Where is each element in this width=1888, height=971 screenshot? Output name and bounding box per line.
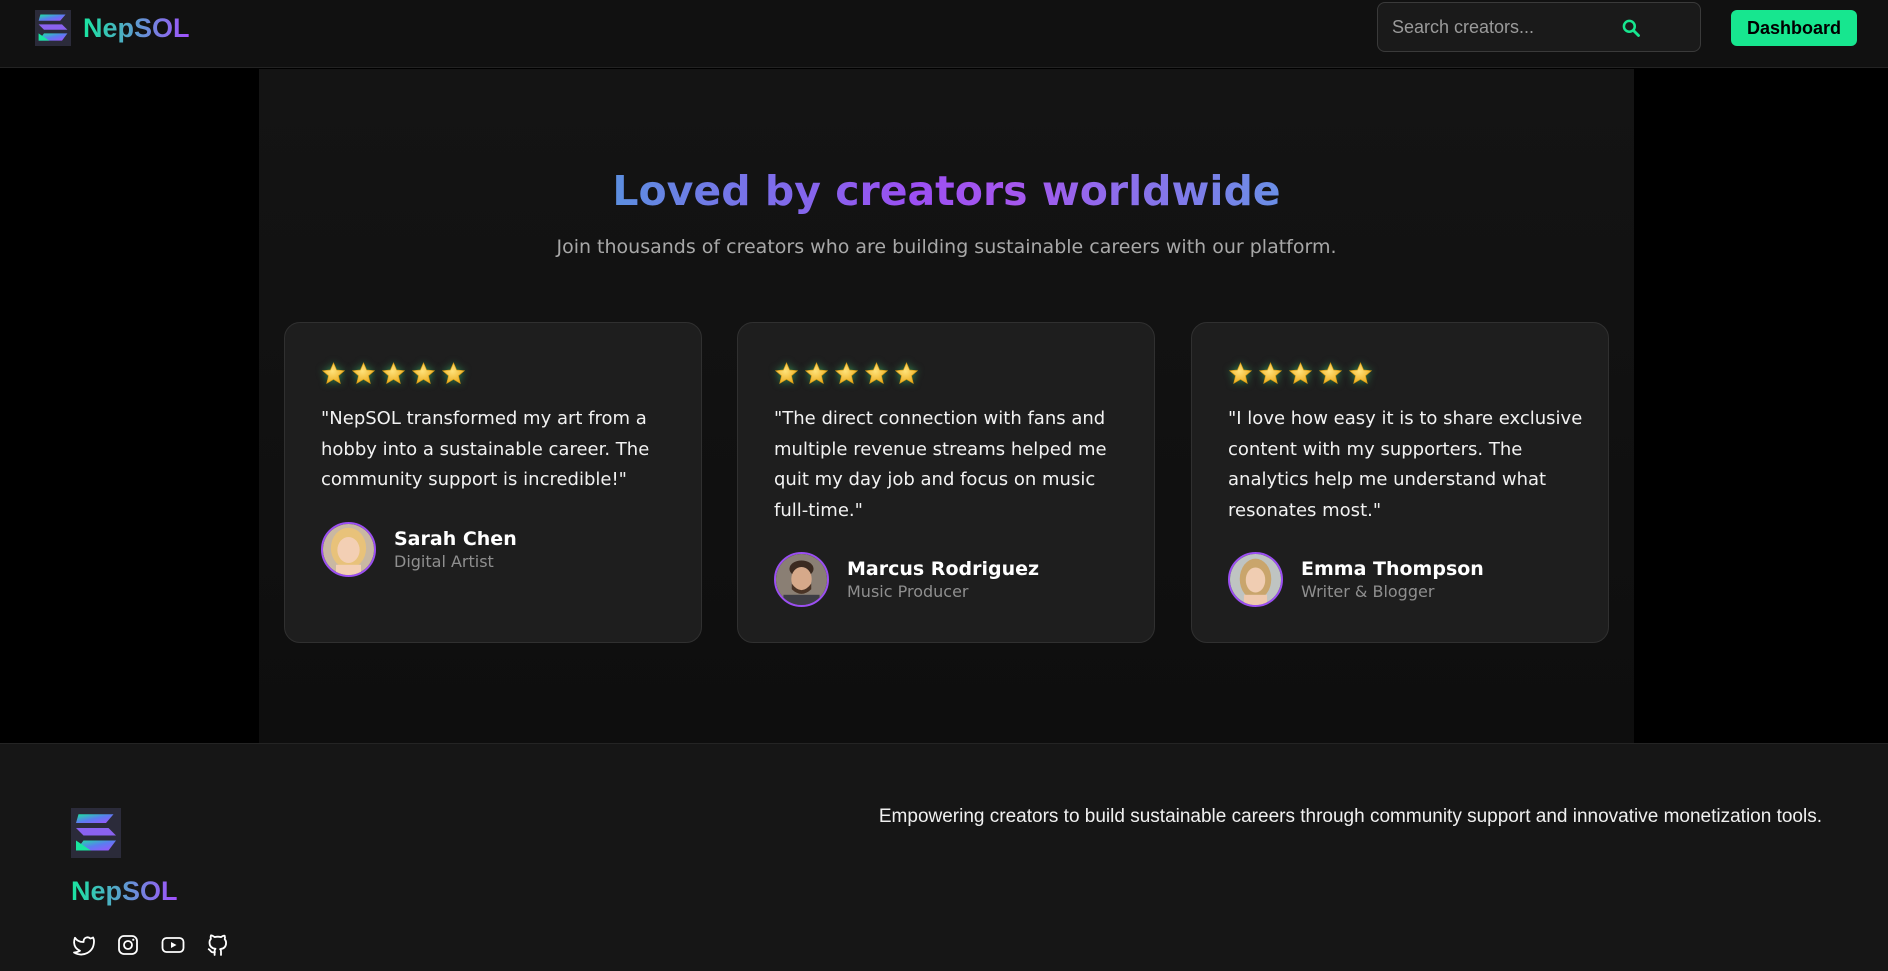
star-icon xyxy=(351,361,376,386)
star-icon xyxy=(441,361,466,386)
author-name: Marcus Rodriguez xyxy=(847,557,1040,580)
avatar xyxy=(1228,552,1283,607)
star-icon xyxy=(1348,361,1373,386)
testimonial-card: "NepSOL transformed my art from a hobby … xyxy=(284,322,702,643)
author-role: Music Producer xyxy=(847,581,969,601)
section-subtitle: Join thousands of creators who are build… xyxy=(556,236,1337,258)
footer-tagline: Empowering creators to build sustainable… xyxy=(878,806,1822,827)
testimonials-section: Loved by creators worldwide Join thousan… xyxy=(259,69,1634,743)
star-icon xyxy=(774,361,799,386)
author-name: Emma Thompson xyxy=(1301,557,1484,580)
search-icon[interactable] xyxy=(1621,18,1641,38)
avatar xyxy=(321,522,376,577)
star-rating xyxy=(321,361,466,386)
star-icon xyxy=(1228,361,1253,386)
site-footer: NepSOL Empowering creators to build sust… xyxy=(0,743,1888,971)
search-box xyxy=(1377,2,1701,52)
instagram-icon[interactable] xyxy=(116,933,140,957)
social-links xyxy=(71,933,230,957)
star-icon xyxy=(1318,361,1343,386)
author-name: Sarah Chen xyxy=(394,527,517,550)
brand-link[interactable]: NepSOL xyxy=(35,10,190,46)
star-icon xyxy=(321,361,346,386)
footer-brand-name: NepSOL xyxy=(71,876,178,906)
star-icon xyxy=(1258,361,1283,386)
testimonial-quote: "NepSOL transformed my art from a hobby … xyxy=(321,408,650,490)
section-title: Loved by creators worldwide xyxy=(612,167,1281,215)
testimonial-author: Emma Thompson Writer & Blogger xyxy=(1228,552,1484,607)
testimonial-author: Marcus Rodriguez Music Producer xyxy=(774,552,1039,607)
nepsol-logo-icon xyxy=(35,10,71,46)
testimonial-card: "I love how easy it is to share exclusiv… xyxy=(1191,322,1609,643)
star-icon xyxy=(1288,361,1313,386)
star-icon xyxy=(894,361,919,386)
star-rating xyxy=(1228,361,1373,386)
testimonial-card: "The direct connection with fans and mul… xyxy=(737,322,1155,643)
twitter-icon[interactable] xyxy=(71,933,95,957)
youtube-icon[interactable] xyxy=(161,933,185,957)
search-input[interactable] xyxy=(1392,3,1632,51)
testimonial-quote: "I love how easy it is to share exclusiv… xyxy=(1228,408,1583,521)
nepsol-logo-icon xyxy=(71,808,121,858)
star-icon xyxy=(411,361,436,386)
star-rating xyxy=(774,361,919,386)
dashboard-button[interactable]: Dashboard xyxy=(1731,10,1857,46)
author-role: Digital Artist xyxy=(394,551,494,571)
author-role: Writer & Blogger xyxy=(1301,581,1435,601)
star-icon xyxy=(864,361,889,386)
testimonial-author: Sarah Chen Digital Artist xyxy=(321,522,517,577)
star-icon xyxy=(834,361,859,386)
testimonial-quote: "The direct connection with fans and mul… xyxy=(774,408,1107,521)
github-icon[interactable] xyxy=(206,933,230,957)
avatar xyxy=(774,552,829,607)
brand-name: NepSOL xyxy=(83,12,190,43)
star-icon xyxy=(381,361,406,386)
star-icon xyxy=(804,361,829,386)
top-navbar: NepSOL Dashboard xyxy=(0,0,1888,68)
